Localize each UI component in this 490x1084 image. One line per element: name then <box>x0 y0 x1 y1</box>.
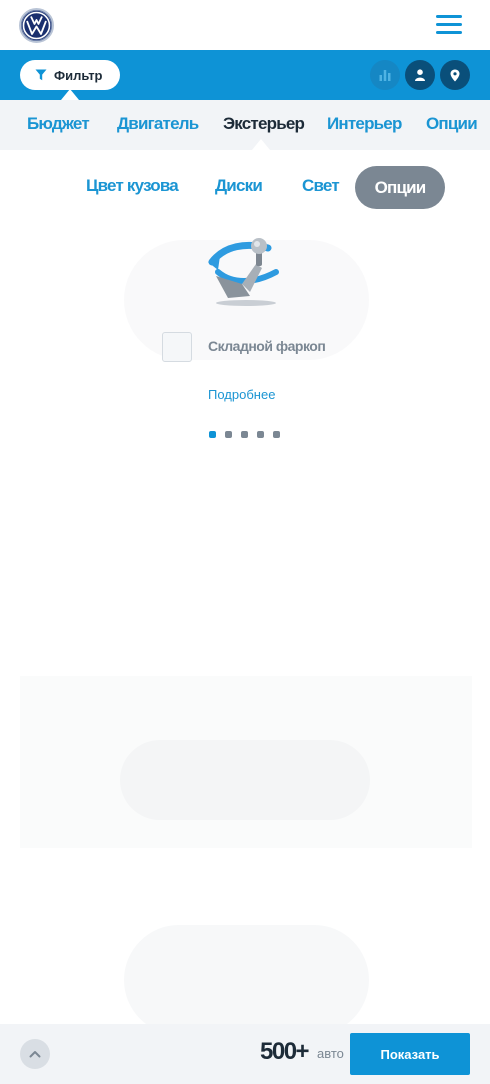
funnel-icon <box>35 69 47 81</box>
tow-hitch-icon <box>208 238 279 306</box>
subtab-options[interactable]: Опции <box>355 166 445 209</box>
carousel-dot[interactable] <box>273 431 280 438</box>
tab-interior[interactable]: Интерьер <box>327 114 402 134</box>
results-count-unit: авто <box>317 1046 344 1061</box>
tab-budget[interactable]: Бюджет <box>27 114 90 134</box>
active-tab-pointer <box>252 139 270 150</box>
carousel-dot[interactable] <box>241 431 248 438</box>
bar-chart-icon <box>379 70 391 81</box>
filter-button-label: Фильтр <box>54 67 103 83</box>
option-label[interactable]: Складной фаркоп <box>208 338 326 354</box>
filter-pointer <box>61 89 79 100</box>
page: Фильтр Бюджет Двигатель Экстерьер Интерь… <box>0 0 490 1084</box>
map-pin-icon <box>450 69 460 81</box>
user-icon <box>415 69 425 81</box>
tab-exterior[interactable]: Экстерьер <box>223 114 305 134</box>
subtab-lights[interactable]: Свет <box>302 176 340 196</box>
tab-engine[interactable]: Двигатель <box>117 114 199 134</box>
compare-stats-button[interactable] <box>370 60 400 90</box>
more-details-link[interactable]: Подробнее <box>208 387 275 402</box>
show-results-label: Показать <box>380 1046 440 1062</box>
background-car-silhouette-3 <box>124 925 369 1035</box>
dealer-location-button[interactable] <box>440 60 470 90</box>
subtab-body-color[interactable]: Цвет кузова <box>86 176 179 196</box>
carousel-dot[interactable] <box>257 431 264 438</box>
category-tabs: Бюджет Двигатель Экстерьер Интерьер Опци… <box>0 100 490 150</box>
background-car-silhouette-2 <box>120 740 370 820</box>
subtab-options-label: Опции <box>374 177 427 197</box>
carousel-dot[interactable] <box>209 431 216 438</box>
hamburger-menu-icon[interactable] <box>436 13 464 37</box>
volkswagen-logo[interactable] <box>19 8 54 43</box>
subtab-wheels[interactable]: Диски <box>215 176 263 196</box>
show-results-button[interactable]: Показать <box>350 1033 470 1075</box>
results-count: 500+ <box>260 1038 310 1065</box>
filter-button[interactable]: Фильтр <box>20 60 120 90</box>
carousel-dot[interactable] <box>225 431 232 438</box>
chevron-up-icon <box>29 1051 41 1058</box>
scroll-to-top-button[interactable] <box>20 1039 50 1069</box>
option-checkbox[interactable] <box>162 332 192 362</box>
tab-options[interactable]: Опции <box>426 114 478 134</box>
account-button[interactable] <box>405 60 435 90</box>
top-header <box>0 0 490 50</box>
results-footer: 500+ авто Показать <box>0 1024 490 1084</box>
